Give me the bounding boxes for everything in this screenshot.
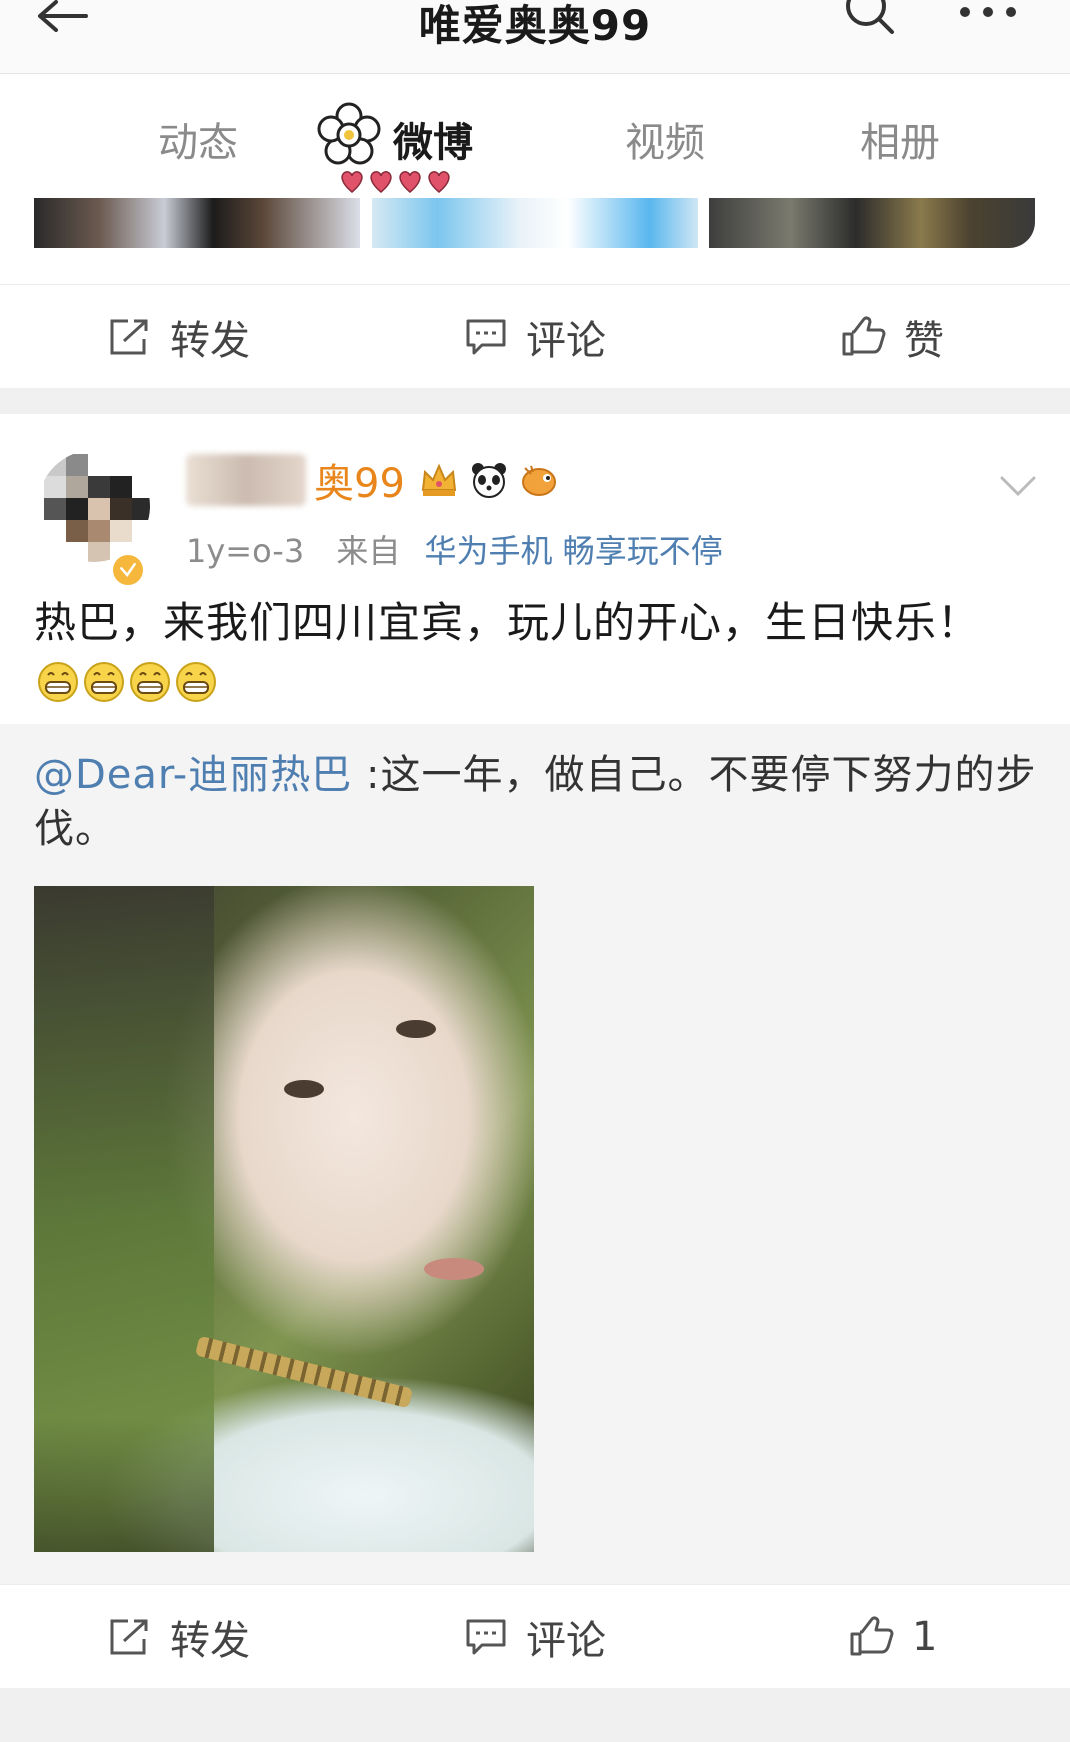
source-device[interactable]: 华为手机 畅享玩不停 <box>425 532 723 570</box>
previous-post-action-bar: 转发 评论 赞 <box>0 284 1070 388</box>
tab-video[interactable]: 视频 <box>625 110 705 168</box>
page-title: 唯爱奥奥99 <box>418 1 652 50</box>
post-photo-thumbnail[interactable] <box>34 198 360 248</box>
feed-separator <box>0 1688 1070 1742</box>
repost-label: 转发 <box>170 1618 250 1664</box>
blurred-username <box>186 454 306 506</box>
retweet-photo[interactable] <box>34 886 534 1552</box>
post-photo-thumbnail[interactable] <box>709 198 1035 248</box>
weibo-post[interactable]: 奥99 1y=o-3 来自 华为手机 畅享玩不停 热巴，来我们四川宜宾，玩儿的开… <box>0 414 1070 724</box>
source-prefix: 来自 <box>336 532 401 570</box>
post-action-bar: 转发 评论 1 <box>0 1584 1070 1688</box>
grin-emoji-icon <box>38 662 78 702</box>
hearts-decoration-icon <box>341 171 450 193</box>
comment-icon <box>466 319 506 355</box>
comment-label: 评论 <box>526 318 606 364</box>
tab-dynamics[interactable]: 动态 <box>158 110 238 168</box>
photo-lips <box>424 1258 484 1280</box>
grin-emoji-icon <box>84 662 124 702</box>
repost-icon <box>110 1619 148 1655</box>
search-icon[interactable] <box>842 0 898 40</box>
post-date: 1y=o-3 <box>186 532 305 570</box>
comment-button[interactable]: 评论 <box>464 285 606 389</box>
profile-tabs: 动态 微博 视频 相册 <box>0 74 1070 198</box>
retweet-text: @Dear-迪丽热巴 :这一年，做自己。不要停下努力的步伐。 <box>34 748 1044 856</box>
post-photo-thumbnail[interactable] <box>372 198 698 248</box>
emoji-row <box>36 660 220 708</box>
post-author-name[interactable]: 奥99 <box>186 454 559 507</box>
comment-label: 评论 <box>526 1618 606 1664</box>
more-icon[interactable] <box>955 0 1025 30</box>
repost-icon <box>110 319 148 355</box>
grin-emoji-icon <box>130 662 170 702</box>
comment-button[interactable]: 评论 <box>464 1585 606 1689</box>
repost-label: 转发 <box>170 318 250 364</box>
like-button[interactable]: 1 <box>848 1585 937 1689</box>
grin-emoji-icon <box>176 662 216 702</box>
like-button[interactable]: 赞 <box>840 285 944 389</box>
username-text: 奥99 <box>314 461 405 507</box>
comment-icon <box>466 1619 506 1655</box>
repost-button[interactable]: 转发 <box>108 285 250 389</box>
retweeted-post[interactable]: @Dear-迪丽热巴 :这一年，做自己。不要停下努力的步伐。 <box>0 724 1070 1584</box>
tab-weibo[interactable]: 微博 <box>393 110 473 168</box>
chevron-down-icon[interactable] <box>998 474 1038 498</box>
panda-icon <box>471 463 506 498</box>
like-count: 1 <box>912 1614 938 1660</box>
thumbs-up-icon <box>842 316 886 356</box>
feed-separator <box>0 388 1070 414</box>
photo-eye <box>284 1080 324 1098</box>
top-bar: 唯爱奥奥99 <box>0 0 1070 74</box>
fish-badge-icon <box>521 465 556 496</box>
flower-icon <box>317 102 381 165</box>
tab-album[interactable]: 相册 <box>860 110 940 168</box>
previous-post-photos <box>0 198 1070 284</box>
crown-badge-icon <box>421 463 457 496</box>
thumbs-up-icon <box>850 1616 894 1656</box>
post-meta: 1y=o-3 来自 华为手机 畅享玩不停 <box>186 526 723 572</box>
repost-button[interactable]: 转发 <box>108 1585 250 1689</box>
verified-badge-icon <box>110 552 146 588</box>
avatar[interactable] <box>32 440 150 588</box>
photo-eye <box>396 1020 436 1038</box>
like-label: 赞 <box>904 318 944 364</box>
mention-link[interactable]: @Dear-迪丽热巴 <box>34 752 352 798</box>
photo-hair-area <box>34 886 214 1552</box>
avatar-image <box>38 450 150 562</box>
post-text: 热巴，来我们四川宜宾，玩儿的开心，生日快乐！ <box>34 598 981 647</box>
photo-necklace <box>194 1335 414 1409</box>
